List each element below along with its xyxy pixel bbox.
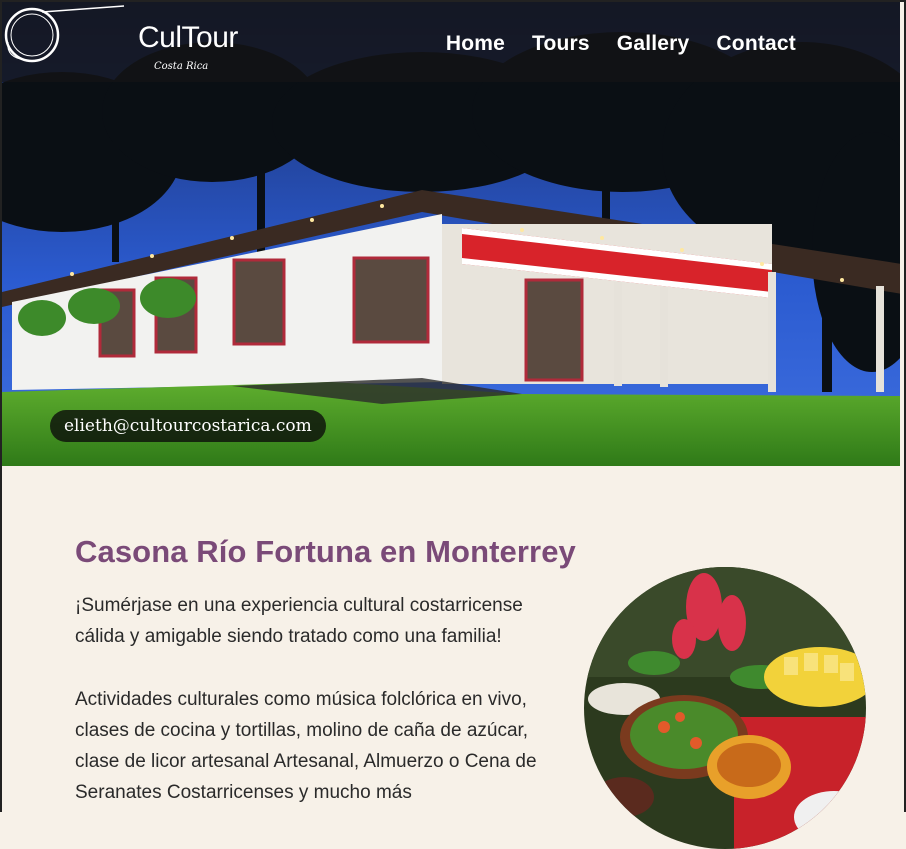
intro-paragraph: ¡Sumérjase en una experiencia cultural c… [75, 595, 523, 647]
nav-gallery[interactable]: Gallery [617, 32, 690, 56]
main-content: Casona Río Fortuna en Monterrey ¡Sumérja… [0, 466, 906, 849]
activities-paragraph: Actividades culturales como música folcl… [75, 689, 537, 803]
food-image [584, 567, 866, 849]
main-nav: Home Tours Gallery Contact [446, 32, 796, 56]
top-navbar: CulTour Costa Rica Home Tours Gallery Co… [2, 2, 900, 82]
nav-tours[interactable]: Tours [532, 32, 590, 56]
nav-home[interactable]: Home [446, 32, 505, 56]
food-photo [584, 567, 866, 849]
guitar-logo-icon[interactable] [2, 2, 142, 66]
brand-name[interactable]: CulTour [138, 21, 238, 55]
email-link[interactable]: elieth@cultourcostarica.com [50, 410, 326, 442]
page-title: Casona Río Fortuna en Monterrey [75, 534, 576, 569]
brand-tagline: Costa Rica [154, 61, 209, 72]
hero-banner: CulTour Costa Rica Home Tours Gallery Co… [2, 2, 900, 466]
nav-contact[interactable]: Contact [716, 32, 796, 56]
